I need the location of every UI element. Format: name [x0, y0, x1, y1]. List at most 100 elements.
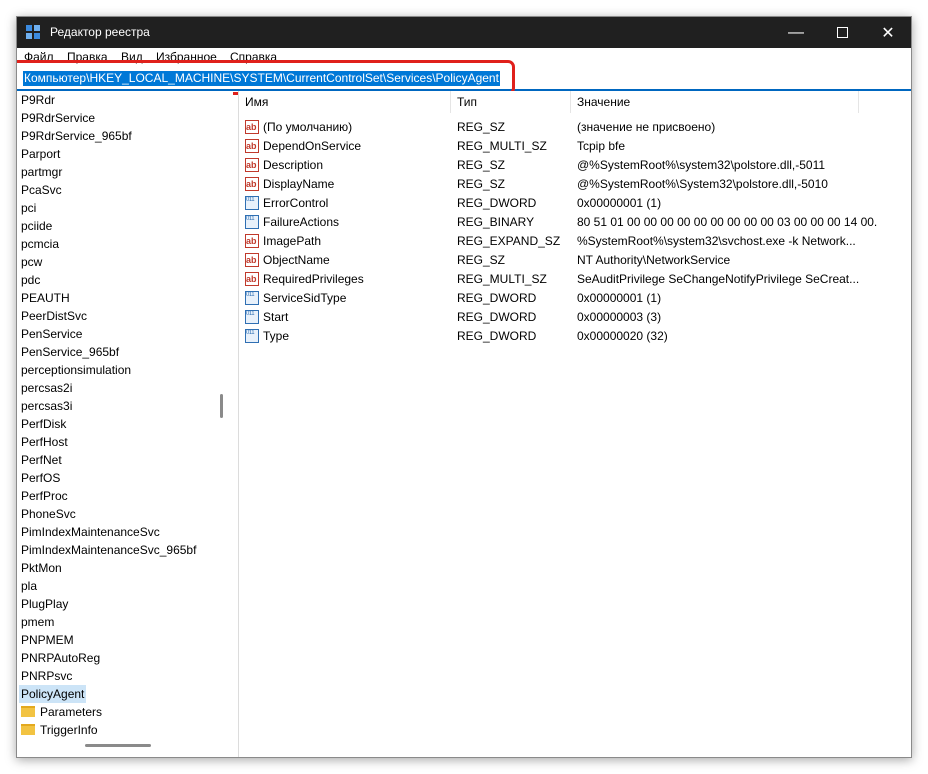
value-type: REG_DWORD: [457, 196, 537, 210]
string-value-icon: [245, 177, 259, 191]
value-data: @%SystemRoot%\System32\polstore.dll,-501…: [577, 177, 828, 191]
tree-item[interactable]: percsas3i: [21, 397, 72, 415]
key-tree-pane[interactable]: P9Rdr P9RdrService P9RdrService_965bf Parpo…: [17, 91, 233, 757]
value-row[interactable]: FailureActions REG_BINARY 80 51 01 00 00 0…: [239, 213, 899, 232]
window-title: Редактор реестра: [50, 25, 150, 39]
tree-vertical-scrollbar[interactable]: [220, 394, 223, 418]
tree-item[interactable]: PimIndexMaintenanceSvc_965bf: [21, 541, 196, 559]
value-type: REG_EXPAND_SZ: [457, 234, 561, 248]
value-data: NT Authority\NetworkService: [577, 253, 731, 267]
tree-item[interactable]: pdc: [21, 271, 40, 289]
tree-item[interactable]: PhoneSvc: [21, 505, 76, 523]
value-row[interactable]: RequiredPrivileges REG_MULTI_SZ SeAuditPri…: [239, 270, 899, 289]
value-row[interactable]: Start REG_DWORD 0x00000003 (3): [239, 308, 899, 327]
tree-item[interactable]: pci: [21, 199, 36, 217]
tree-item[interactable]: PerfOS: [21, 469, 60, 487]
string-value-icon: [245, 234, 259, 248]
value-data: 0x00000003 (3): [577, 310, 662, 324]
tree-item[interactable]: pla: [21, 577, 37, 595]
minimize-button[interactable]: —: [773, 17, 819, 48]
string-value-icon: [245, 120, 259, 134]
column-header-name[interactable]: Имя: [239, 91, 451, 113]
tree-item[interactable]: perceptionsimulation: [21, 361, 131, 379]
value-row[interactable]: ImagePath REG_EXPAND_SZ %SystemRoot%\syste…: [239, 232, 899, 251]
values-pane[interactable]: Имя Тип Значение (По умолчанию) REG_SZ (зн…: [239, 91, 911, 757]
tree-item[interactable]: PktMon: [21, 559, 62, 577]
address-highlight-annotation: [17, 60, 515, 95]
tree-item[interactable]: PEAUTH: [21, 289, 70, 307]
tree-item[interactable]: PNRPAutoReg: [21, 649, 100, 667]
maximize-icon: [836, 27, 848, 38]
value-row[interactable]: (По умолчанию) REG_SZ (значение не присвое…: [239, 118, 899, 137]
value-row[interactable]: ErrorControl REG_DWORD 0x00000001 (1): [239, 194, 899, 213]
value-name: DisplayName: [263, 177, 335, 191]
value-name: ServiceSidType: [263, 291, 347, 305]
tree-item[interactable]: P9Rdr: [21, 91, 55, 109]
value-row[interactable]: DisplayName REG_SZ @%SystemRoot%\System32\…: [239, 175, 899, 194]
folder-icon: [21, 706, 35, 718]
tree-item[interactable]: partmgr: [21, 163, 62, 181]
column-header-type[interactable]: Тип: [451, 91, 571, 113]
tree-item[interactable]: pcmcia: [21, 235, 59, 253]
tree-item[interactable]: P9RdrService_965bf: [21, 127, 132, 145]
folder-icon: [21, 724, 35, 736]
string-value-icon: [245, 272, 259, 286]
tree-horizontal-scrollbar[interactable]: [85, 744, 151, 747]
value-data: @%SystemRoot%\system32\polstore.dll,-501…: [577, 158, 826, 172]
string-value-icon: [245, 139, 259, 153]
tree-item[interactable]: PimIndexMaintenanceSvc: [21, 523, 160, 541]
value-type: REG_BINARY: [457, 215, 535, 229]
tree-item[interactable]: percsas2i: [21, 379, 72, 397]
binary-value-icon: [245, 291, 259, 305]
tree-item[interactable]: PerfProc: [21, 487, 68, 505]
value-row[interactable]: DependOnService REG_MULTI_SZ Tcpip bfe: [239, 137, 899, 156]
tree-item[interactable]: PerfNet: [21, 451, 62, 469]
tree-item[interactable]: PenService: [21, 325, 82, 343]
close-button[interactable]: ✕: [865, 17, 911, 48]
value-data: (значение не присвоено): [577, 120, 716, 134]
tree-item-label: Parameters: [40, 705, 103, 719]
value-type: REG_SZ: [457, 177, 506, 191]
value-data: 80 51 01 00 00 00 00 00 00 00 00 00 03 0…: [577, 215, 877, 229]
value-type: REG_DWORD: [457, 310, 537, 324]
tree-item[interactable]: PeerDistSvc: [21, 307, 87, 325]
value-type: REG_SZ: [457, 120, 506, 134]
value-row[interactable]: ObjectName REG_SZ NT Authority\NetworkServ…: [239, 251, 899, 270]
value-type: REG_SZ: [457, 158, 506, 172]
tree-item[interactable]: PcaSvc: [21, 181, 62, 199]
registry-editor-app-icon: [26, 25, 42, 41]
tree-item[interactable]: PNRPsvc: [21, 667, 72, 685]
value-data: %SystemRoot%\system32\svchost.exe -k Net…: [577, 234, 856, 248]
value-type: REG_MULTI_SZ: [457, 139, 547, 153]
value-row[interactable]: ServiceSidType REG_DWORD 0x00000001 (1): [239, 289, 899, 308]
tree-item[interactable]: PenService_965bf: [21, 343, 119, 361]
value-name: ObjectName: [263, 253, 330, 267]
tree-item[interactable]: PerfHost: [21, 433, 68, 451]
column-header-value[interactable]: Значение: [571, 91, 859, 113]
binary-value-icon: [245, 215, 259, 229]
value-name: ImagePath: [263, 234, 322, 248]
tree-item[interactable]: pmem: [21, 613, 54, 631]
value-data: 0x00000020 (32): [577, 329, 668, 343]
value-row[interactable]: Description REG_SZ @%SystemRoot%\system32\…: [239, 156, 899, 175]
tree-item[interactable]: PlugPlay: [21, 595, 68, 613]
value-name: RequiredPrivileges: [263, 272, 364, 286]
value-name: Type: [263, 329, 290, 343]
tree-item[interactable]: PNPMEM: [21, 631, 74, 649]
tree-item[interactable]: Parport: [21, 145, 60, 163]
tree-item-selected[interactable]: PolicyAgent: [19, 685, 87, 703]
tree-item-subkey[interactable]: Parameters: [21, 703, 102, 721]
maximize-button[interactable]: [819, 17, 865, 48]
tree-item[interactable]: pciide: [21, 217, 52, 235]
tree-item[interactable]: pcw: [21, 253, 42, 271]
tree-item[interactable]: P9RdrService: [21, 109, 95, 127]
value-name: Description: [263, 158, 324, 172]
title-bar[interactable]: Редактор реестра — ✕: [17, 17, 911, 48]
value-name: FailureActions: [263, 215, 340, 229]
tree-item-subkey[interactable]: TriggerInfo: [21, 721, 98, 739]
value-type: REG_DWORD: [457, 291, 537, 305]
tree-item[interactable]: PerfDisk: [21, 415, 66, 433]
string-value-icon: [245, 158, 259, 172]
value-row[interactable]: Type REG_DWORD 0x00000020 (32): [239, 327, 899, 346]
value-type: REG_MULTI_SZ: [457, 272, 547, 286]
